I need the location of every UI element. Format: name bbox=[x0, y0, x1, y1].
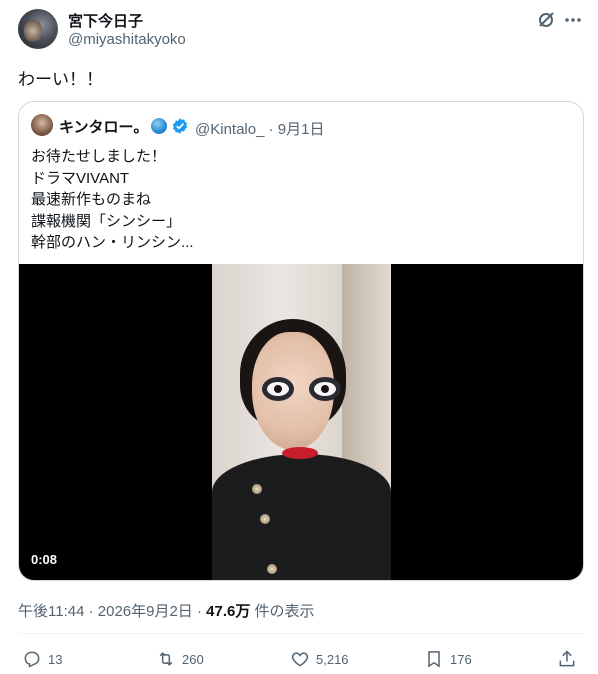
reply-icon bbox=[24, 651, 40, 668]
like-count: 5,216 bbox=[316, 651, 349, 667]
verified-badge-icon bbox=[172, 118, 188, 134]
quote-text-line: お待たせしました！ bbox=[31, 148, 167, 165]
views-label: 件の表示 bbox=[250, 603, 315, 620]
repost-button[interactable]: 260 bbox=[156, 648, 204, 670]
like-button[interactable]: 5,216 bbox=[290, 648, 349, 670]
repost-count: 260 bbox=[182, 651, 204, 667]
quote-text-line: 最速新作ものまね bbox=[31, 191, 152, 208]
divider bbox=[18, 633, 584, 634]
tweet-meta: 午後11:44 · 2026年9月2日 · 47.6万 件の表示 bbox=[18, 600, 315, 621]
tweet: 宮下今日子 @miyashitakyoko わーい！！ キンタロー。 @Kint… bbox=[0, 0, 598, 674]
left-eye bbox=[267, 382, 289, 396]
share-icon bbox=[559, 650, 575, 667]
views-count[interactable]: 47.6万 bbox=[206, 603, 250, 620]
grok-icon[interactable] bbox=[536, 10, 556, 30]
bookmark-icon bbox=[428, 651, 440, 668]
avatar[interactable] bbox=[18, 9, 58, 49]
jacket bbox=[212, 454, 391, 580]
quote-avatar[interactable] bbox=[31, 114, 53, 136]
jacket-button bbox=[260, 514, 270, 524]
quoted-tweet[interactable]: キンタロー。 @Kintalo_ · 9月1日 お待たせしました！ ドラマVIV… bbox=[18, 101, 584, 581]
reply-button[interactable]: 13 bbox=[22, 648, 62, 670]
quote-display-name[interactable]: キンタロー。 bbox=[59, 116, 148, 137]
lips bbox=[282, 447, 318, 459]
quote-text-line: 幹部のハン・リンシン... bbox=[31, 234, 194, 251]
author-display-name[interactable]: 宮下今日子 bbox=[68, 10, 143, 31]
author-handle[interactable]: @miyashitakyoko bbox=[68, 31, 186, 48]
jacket-button bbox=[252, 484, 262, 494]
quote-text-line: 諜報機関「シンシー」 bbox=[31, 212, 182, 230]
video-duration: 0:08 bbox=[31, 552, 58, 567]
share-button[interactable] bbox=[557, 648, 577, 670]
repost-icon bbox=[159, 652, 173, 666]
quote-text: お待たせしました！ ドラマVIVANT 最速新作ものまね 諜報機関「シンシー」 … bbox=[31, 146, 194, 254]
more-icon[interactable] bbox=[563, 10, 583, 30]
globe-emoji-icon bbox=[151, 118, 167, 134]
like-icon bbox=[291, 652, 309, 667]
jacket-button bbox=[267, 564, 277, 574]
tweet-timestamp[interactable]: 午後11:44 · 2026年9月2日 · bbox=[18, 603, 206, 620]
video-frame bbox=[212, 264, 391, 580]
bookmark-button[interactable]: 176 bbox=[424, 648, 472, 670]
reply-count: 13 bbox=[48, 651, 63, 667]
quote-text-line: ドラマVIVANT bbox=[31, 169, 130, 187]
quote-handle-date[interactable]: @Kintalo_ · 9月1日 bbox=[195, 118, 324, 139]
right-eye bbox=[314, 382, 336, 396]
bookmark-count: 176 bbox=[450, 651, 472, 667]
tweet-text: わーい！！ bbox=[18, 70, 103, 89]
video-player[interactable]: 0:08 bbox=[19, 264, 583, 580]
